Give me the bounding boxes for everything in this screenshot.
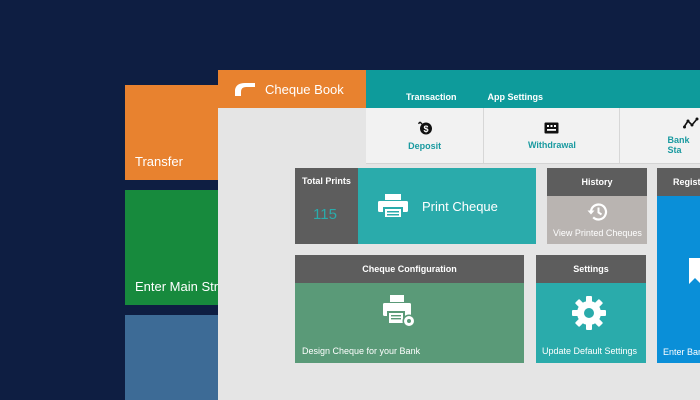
app-brand: Cheque Book	[218, 70, 366, 108]
printer-settings-icon	[383, 295, 416, 328]
cheque-book-logo-icon	[235, 83, 255, 96]
ribbon: $ Deposit Withdrawal Bank Sta	[366, 108, 700, 164]
printer-icon	[378, 194, 408, 218]
history-caption: View Printed Cheques	[553, 228, 642, 238]
bank-statement-button[interactable]: Bank Sta	[620, 108, 700, 163]
deposit-label: Deposit	[408, 140, 442, 151]
cheque-configuration-header: Cheque Configuration	[295, 255, 524, 283]
menu-tabs: Transaction App Settings	[366, 90, 543, 108]
withdrawal-icon	[544, 122, 559, 133]
total-prints-label: Total Prints	[302, 176, 351, 186]
withdrawal-label: Withdrawal	[527, 139, 576, 150]
history-tile[interactable]: History View Printed Cheques	[547, 168, 647, 244]
history-header: History	[547, 168, 647, 196]
register-header: Registe	[657, 168, 700, 196]
total-prints-tile: Total Prints 115	[295, 168, 358, 244]
print-cheque-button[interactable]: Print Cheque	[358, 168, 536, 244]
tile-transfer-label: Transfer	[135, 154, 183, 169]
settings-header: Settings	[536, 255, 646, 283]
gear-icon	[572, 296, 606, 330]
history-icon	[587, 203, 608, 221]
cheque-configuration-caption: Design Cheque for your Bank	[302, 346, 421, 356]
tab-app-settings[interactable]: App Settings	[457, 90, 544, 108]
total-prints-value: 115	[313, 206, 337, 223]
settings-tile[interactable]: Settings Update Default Settings	[536, 255, 646, 363]
cheque-configuration-tile[interactable]: Cheque Configuration Design Cheque for y…	[295, 255, 524, 363]
app-title: Cheque Book	[265, 81, 344, 97]
register-title: Registe	[673, 177, 700, 187]
tile-blue[interactable]	[125, 315, 225, 400]
withdrawal-button[interactable]: Withdrawal	[484, 108, 621, 163]
app-window: Cheque Book Transaction App Settings $ D…	[218, 70, 700, 400]
deposit-button[interactable]: $ Deposit	[366, 108, 485, 163]
tile-enter-main[interactable]: Enter Main Stre	[125, 190, 225, 305]
svg-text:$: $	[423, 124, 428, 134]
tab-transaction[interactable]: Transaction	[366, 90, 457, 108]
register-bank-tile[interactable]: Registe Enter Ban	[657, 168, 700, 363]
bank-statement-label: Bank Sta	[667, 134, 690, 155]
tile-transfer[interactable]: Transfer	[125, 85, 225, 180]
deposit-icon: $	[417, 121, 432, 134]
tile-enter-main-label: Enter Main Stre	[135, 279, 226, 294]
bookmark-icon	[689, 258, 700, 284]
bank-statement-icon	[683, 117, 699, 128]
settings-caption: Update Default Settings	[542, 346, 638, 356]
register-caption: Enter Ban	[663, 347, 700, 357]
print-cheque-label: Print Cheque	[422, 198, 498, 214]
